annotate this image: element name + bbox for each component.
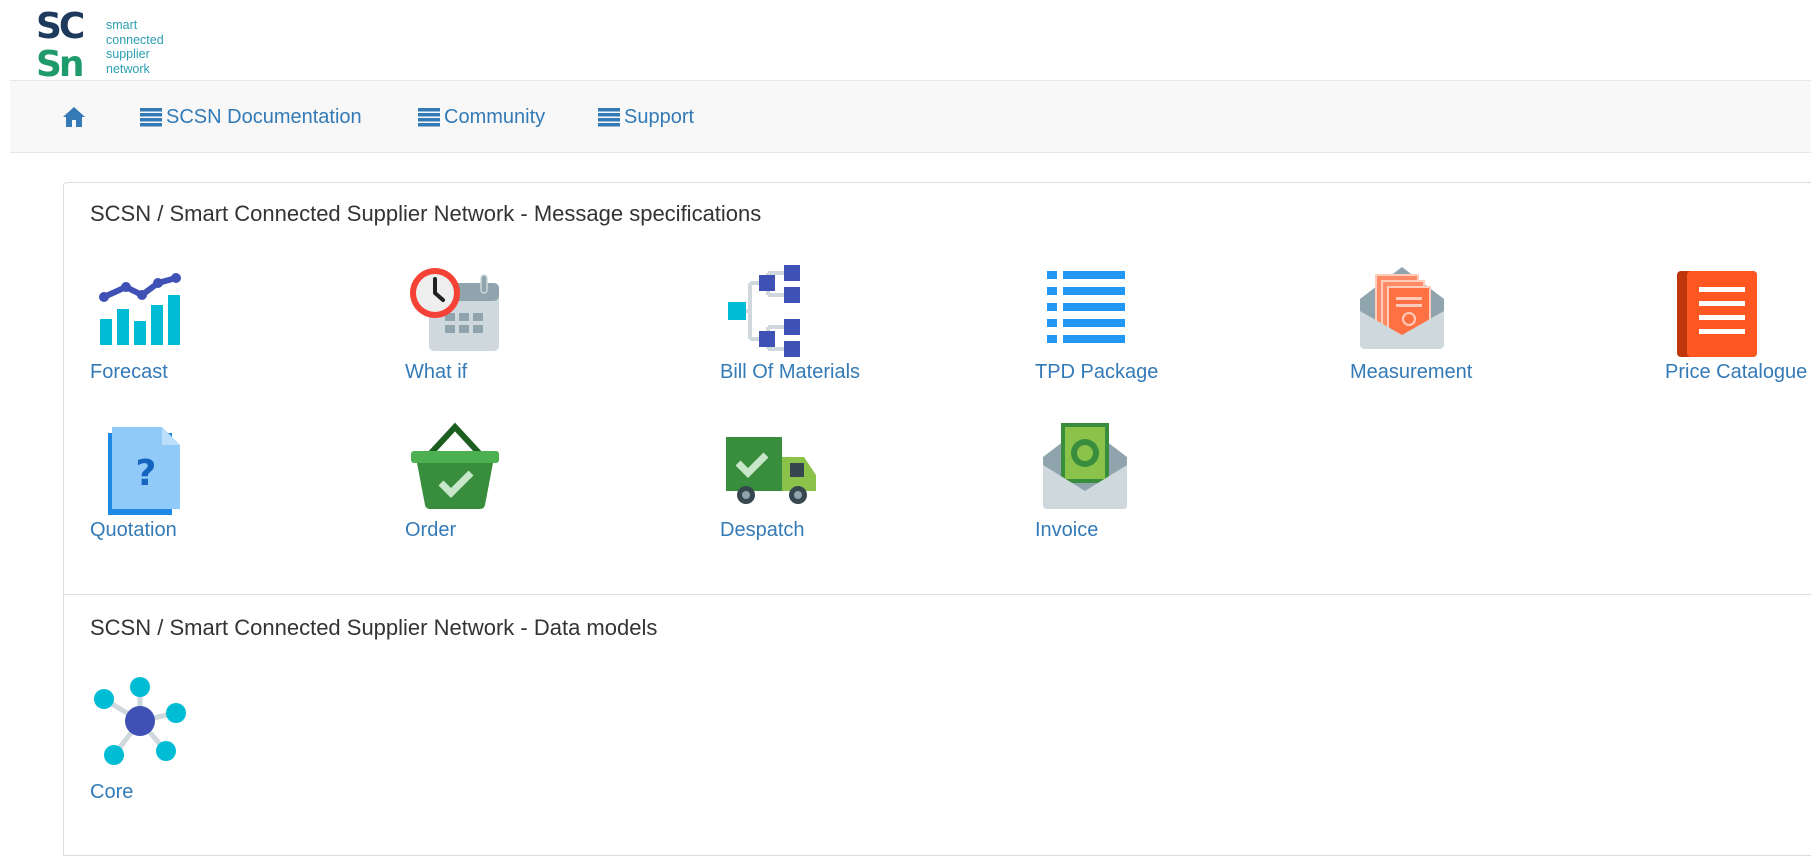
nav-support[interactable]: Support (598, 105, 694, 129)
nav-label: Community (444, 105, 546, 128)
tile-label: Order (405, 519, 457, 541)
tile-what-if[interactable]: What if (405, 261, 705, 401)
nav-scsn-documentation[interactable]: SCSN Documentation (140, 105, 362, 129)
home-icon (63, 107, 85, 127)
section-title: SCSN / Smart Connected Supplier Network … (90, 615, 658, 640)
document-icon (1677, 271, 1757, 357)
tile-label: Price Catalogue (1665, 361, 1808, 383)
message-specifications-panel: SCSN / Smart Connected Supplier Network … (63, 182, 1811, 596)
tile-measurement[interactable]: Measurement (1350, 261, 1650, 401)
tile-label: Measurement (1350, 361, 1473, 383)
tile-bill-of-materials[interactable]: Bill Of Materials (720, 261, 1020, 401)
tile-order[interactable]: Order (405, 419, 705, 559)
scsn-logo[interactable]: SC Sn smart connected supplier network (36, 6, 186, 78)
tile-label: Core (90, 781, 134, 803)
forecast-chart-icon (99, 273, 181, 345)
nav-label: SCSN Documentation (166, 105, 362, 128)
tile-core[interactable]: Core (90, 675, 390, 815)
section-title: SCSN / Smart Connected Supplier Network … (90, 201, 762, 226)
tile-forecast[interactable]: Forecast (90, 261, 390, 401)
list-icon (598, 108, 620, 127)
logo-line: network (106, 61, 150, 76)
money-envelope-icon (1043, 423, 1127, 509)
data-models-panel: SCSN / Smart Connected Supplier Network … (63, 594, 1811, 856)
list-icon (140, 108, 162, 127)
list-icon (418, 108, 440, 127)
tree-structure-icon (728, 265, 800, 357)
logo-line: smart (106, 18, 138, 32)
nav-home-link[interactable] (62, 105, 86, 129)
certificate-envelope-icon (1360, 267, 1444, 349)
tile-tpd-package[interactable]: TPD Package (1035, 261, 1335, 401)
svg-text:?: ? (136, 453, 157, 494)
tile-label: Quotation (90, 519, 177, 541)
tile-label: Forecast (90, 361, 168, 383)
basket-check-icon (411, 422, 499, 509)
svg-text:Sn: Sn (36, 44, 82, 78)
top-navbar: SCSN Documentation Community Support (10, 80, 1811, 153)
svg-text:SC: SC (36, 6, 84, 47)
tile-invoice[interactable]: Invoice (1035, 419, 1335, 559)
logo-text: smart connected supplier network (106, 18, 164, 76)
logo-line: connected (106, 32, 164, 47)
delivery-truck-icon (726, 437, 816, 504)
tile-despatch[interactable]: Despatch (720, 419, 1020, 559)
tile-price-catalogue[interactable]: Price Catalogue (1665, 261, 1811, 401)
clock-calendar-icon (410, 268, 499, 351)
scsn-logo-mark: SC Sn (36, 6, 87, 78)
logo-line: supplier (106, 47, 150, 61)
tile-label: Invoice (1035, 519, 1099, 541)
tile-label: TPD Package (1035, 361, 1159, 383)
tile-quotation[interactable]: ? Quotation (90, 419, 390, 559)
list-icon (1047, 271, 1125, 343)
tile-label: Bill Of Materials (720, 361, 861, 383)
nav-label: Support (624, 105, 695, 128)
tile-label: What if (405, 361, 468, 383)
question-document-icon: ? (108, 427, 180, 515)
network-nodes-icon (94, 677, 186, 765)
tile-label: Despatch (720, 519, 805, 541)
nav-community[interactable]: Community (418, 105, 545, 129)
